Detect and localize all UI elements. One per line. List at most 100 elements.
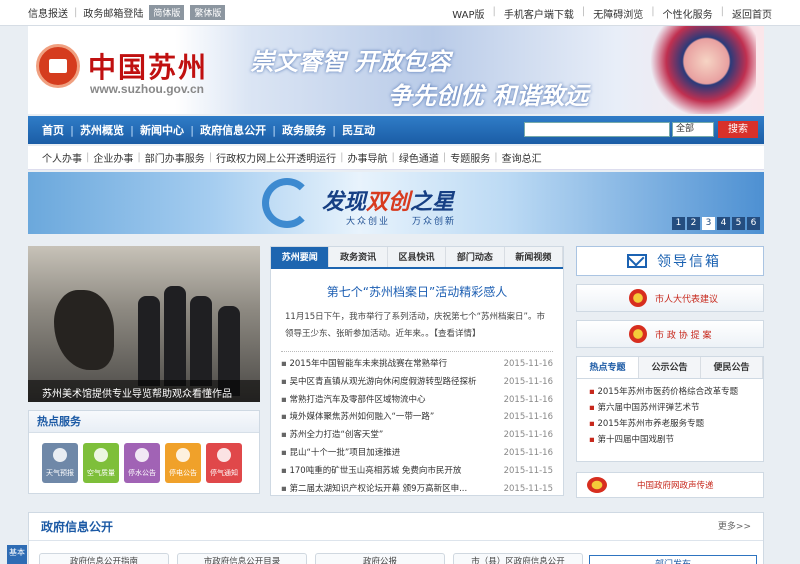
nav-overview[interactable]: 苏州概览 xyxy=(74,122,130,138)
tab-district-news[interactable]: 区县快讯 xyxy=(387,247,447,267)
top-utility-bar: 信息报送 | 政务邮箱登陆 简体版 繁体版 WAP版 | 手机客户端下载 | 无… xyxy=(0,0,800,26)
news-item-title[interactable]: 170吨重的矿世玉山亮相苏城 免费向市民开放 xyxy=(281,463,501,481)
search-input[interactable] xyxy=(524,122,670,137)
news-item-title[interactable]: 吴中区青直镇从观光游向休闲度假游转型路径探析 xyxy=(281,374,501,392)
news-list-item[interactable]: 第二届太湖知识产权论坛开幕 颁9万高新区申...2015-11-15 xyxy=(281,481,553,499)
subnav-enterprise[interactable]: 企业办事 xyxy=(89,150,137,165)
service-icon xyxy=(176,448,190,462)
banner-page-2[interactable]: 2 xyxy=(687,217,700,230)
subnav-green-channel[interactable]: 绿色通道 xyxy=(395,150,443,165)
more-link[interactable]: 更多>> xyxy=(718,513,751,541)
service-icon xyxy=(135,448,149,462)
dept-release-tab[interactable]: 部门发布 xyxy=(589,555,757,564)
main-nav: 首页 | 苏州概览 | 新闻中心 | 政府信息公开 | 政务服务 | 民互动 全部 搜索 xyxy=(28,116,764,144)
subnav-personal[interactable]: 个人办事 xyxy=(38,150,86,165)
link-wap[interactable]: WAP版 xyxy=(452,6,484,21)
link-home[interactable]: 返回首页 xyxy=(732,6,772,21)
news-item-title[interactable]: 昆山“十个一批”项目加速推进 xyxy=(281,445,501,463)
topic-item[interactable]: 2015年苏州市医药价格综合改革专题 xyxy=(589,384,763,400)
banner-page-3[interactable]: 3 xyxy=(702,217,715,230)
banner-page-5[interactable]: 5 xyxy=(732,217,745,230)
tab-dept-news[interactable]: 部门动态 xyxy=(446,247,505,267)
news-summary: 11月15日下午，我市举行了系列活动，庆祝第七个“苏州档案日”。市领导王少东、张… xyxy=(285,312,545,339)
side-float-tab[interactable]: 基本 xyxy=(7,545,27,564)
news-item-title[interactable]: 常熟打造汽车及零部件区域物流中心 xyxy=(281,392,501,410)
search-scope-select[interactable]: 全部 xyxy=(672,122,714,137)
news-item-title[interactable]: 第二届太湖知识产权论坛开幕 颁9万高新区申... xyxy=(281,481,501,499)
tab-news-video[interactable]: 新闻视频 xyxy=(504,247,564,267)
nav-gov-info[interactable]: 政府信息公开 xyxy=(194,122,272,138)
traditional-chinese-button[interactable]: 繁体版 xyxy=(190,5,226,20)
city-emblem-logo[interactable] xyxy=(36,44,80,88)
link-personalize[interactable]: 个性化服务 xyxy=(663,6,713,21)
divider: | xyxy=(492,6,496,17)
news-item-title[interactable]: 苏州全力打造“创客天堂” xyxy=(281,427,501,445)
tab-suzhou-news[interactable]: 苏州要闻 xyxy=(271,247,330,267)
gov-info-section: 政府信息公开 更多>> 政府信息公开指南 市政府信息公开目录 政府公报 市（县）… xyxy=(28,512,764,564)
hot-service-4[interactable]: 停电公告 xyxy=(165,443,201,483)
news-list-item[interactable]: 170吨重的矿世玉山亮相苏城 免费向市民开放2015-11-15 xyxy=(281,463,553,481)
district-info-button[interactable]: 市（县）区政府信息公开 xyxy=(453,553,583,564)
envelope-icon xyxy=(627,254,647,268)
news-item-date: 2015-11-16 xyxy=(503,359,553,369)
subnav-department[interactable]: 部门办事服务 xyxy=(141,150,209,165)
hot-services-title: 热点服务 xyxy=(29,411,259,433)
photo-caption[interactable]: 苏州美术馆提供专业导览帮助观众看懂作品 xyxy=(28,380,260,402)
gov-gazette-button[interactable]: 政府公报 xyxy=(315,553,445,564)
npc-proposal-link[interactable]: 市人大代表建议 xyxy=(576,284,764,312)
nav-interaction[interactable]: 民互动 xyxy=(336,122,381,138)
nav-gov-services[interactable]: 政务服务 xyxy=(276,122,332,138)
banner-page-1[interactable]: 1 xyxy=(672,217,685,230)
nav-home[interactable]: 首页 xyxy=(36,122,70,138)
news-photo[interactable]: 苏州美术馆提供专业导览帮助观众看懂作品 xyxy=(28,246,260,402)
topic-item[interactable]: 第十四届中国戏剧节 xyxy=(589,432,763,448)
topic-item[interactable]: 2015年苏州市养老服务专题 xyxy=(589,416,763,432)
gov-info-catalog-button[interactable]: 市政府信息公开目录 xyxy=(177,553,307,564)
tab-gov-info[interactable]: 政务资讯 xyxy=(329,247,388,267)
cppcc-proposal-label: 市 政 协 提 案 xyxy=(655,330,712,341)
site-url: www.suzhou.gov.cn xyxy=(90,82,204,96)
tab-hot-topics[interactable]: 热点专题 xyxy=(577,357,639,378)
news-list-item[interactable]: 常熟打造汽车及零部件区域物流中心2015-11-16 xyxy=(281,392,553,410)
banner-subtitle: 大众创业 万众创新 xyxy=(346,217,457,227)
cppcc-proposal-link[interactable]: 市 政 协 提 案 xyxy=(576,320,764,348)
news-list-item[interactable]: 2015年中国智能车未来挑战赛在常熟举行2015-11-16 xyxy=(281,356,553,374)
news-list-item[interactable]: 昆山“十个一批”项目加速推进2015-11-16 xyxy=(281,445,553,463)
gov-portal-link[interactable]: 中国政府网政声传递 xyxy=(576,472,764,498)
banner-title: 发现双创之星 xyxy=(322,190,455,215)
search-button[interactable]: 搜索 xyxy=(718,121,758,138)
news-headline[interactable]: 第七个“苏州档案日”活动精彩感人 xyxy=(271,283,563,300)
hot-service-3[interactable]: 停水公告 xyxy=(124,443,160,483)
emblem-gate-icon xyxy=(49,59,67,73)
simplified-chinese-button[interactable]: 简体版 xyxy=(149,5,185,20)
hot-service-5[interactable]: 停气通知 xyxy=(206,443,242,483)
link-info-submit[interactable]: 信息报送 xyxy=(28,5,68,20)
link-accessible[interactable]: 无障碍浏览 xyxy=(593,6,643,21)
site-name: 中国苏州 xyxy=(88,51,209,84)
link-mobile-client[interactable]: 手机客户端下载 xyxy=(504,6,574,21)
hot-service-1[interactable]: 天气预报 xyxy=(42,443,78,483)
news-panel: 苏州要闻 政务资讯 区县快讯 部门动态 新闻视频 第七个“苏州档案日”活动精彩感… xyxy=(270,246,564,496)
hot-service-2[interactable]: 空气质量 xyxy=(83,443,119,483)
leader-mailbox[interactable]: 领导信箱 xyxy=(576,246,764,276)
banner-page-4[interactable]: 4 xyxy=(717,217,730,230)
topic-item[interactable]: 第六届中国苏州评弹艺术节 xyxy=(589,400,763,416)
subnav-admin-power[interactable]: 行政权力网上公开透明运行 xyxy=(212,150,340,165)
news-list-item[interactable]: 吴中区青直镇从观光游向休闲度假游转型路径探析2015-11-16 xyxy=(281,374,553,392)
nav-news-center[interactable]: 新闻中心 xyxy=(134,122,190,138)
news-list-item[interactable]: 苏州全力打造“创客天堂”2015-11-16 xyxy=(281,427,553,445)
divider: | xyxy=(74,7,78,18)
news-list-item[interactable]: 境外媒体聚焦苏州如何融入“一带一路”2015-11-16 xyxy=(281,409,553,427)
gov-info-guide-button[interactable]: 政府信息公开指南 xyxy=(39,553,169,564)
subnav-guide[interactable]: 办事导航 xyxy=(344,150,392,165)
tab-announcements[interactable]: 公示公告 xyxy=(639,357,701,378)
promo-banner[interactable]: 发现双创之星 大众创业 万众创新 1 2 3 4 5 6 xyxy=(28,172,764,234)
news-item-title[interactable]: 2015年中国智能车未来挑战赛在常熟举行 xyxy=(281,356,501,374)
news-item-title[interactable]: 境外媒体聚焦苏州如何融入“一带一路” xyxy=(281,409,501,427)
divider: | xyxy=(651,6,655,17)
subnav-query[interactable]: 查询总汇 xyxy=(498,150,546,165)
banner-page-6[interactable]: 6 xyxy=(747,217,760,230)
link-gov-mail-login[interactable]: 政务邮箱登陆 xyxy=(83,5,143,20)
subnav-topics[interactable]: 专题服务 xyxy=(446,150,494,165)
tab-public-notices[interactable]: 便民公告 xyxy=(701,357,763,378)
